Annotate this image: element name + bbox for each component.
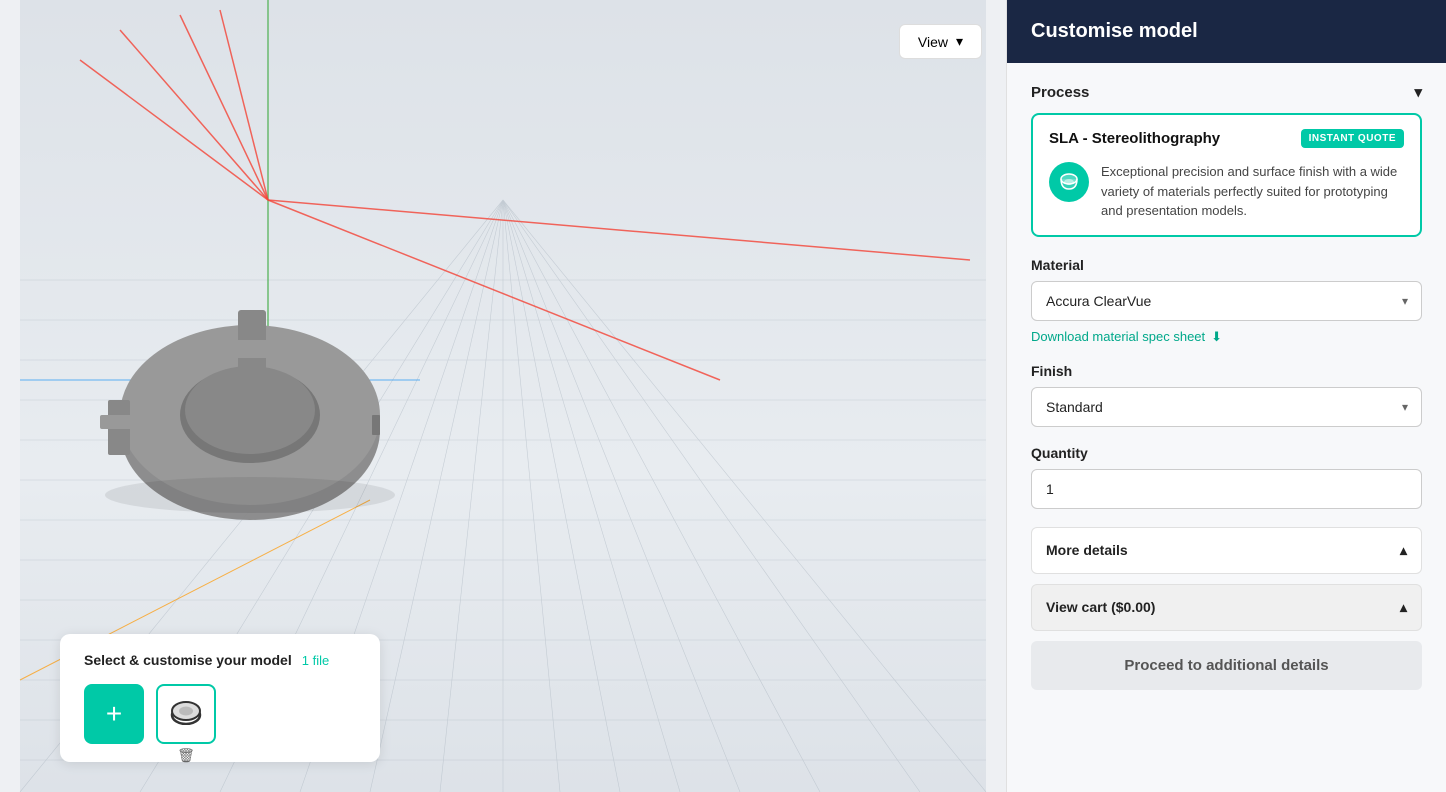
process-card-header: SLA - Stereolithography INSTANT QUOTE bbox=[1049, 129, 1404, 148]
download-icon: ⬇ bbox=[1211, 329, 1222, 345]
process-description-text: Exceptional precision and surface finish… bbox=[1101, 162, 1404, 221]
proceed-button[interactable]: Proceed to additional details bbox=[1031, 641, 1422, 690]
delete-icon[interactable]: 🗑 bbox=[177, 747, 195, 764]
finish-select-wrapper: Standard Glossy Matte ▾ bbox=[1031, 387, 1422, 427]
material-select-wrapper: Accura ClearVue Accura 25 Accura 60 Wate… bbox=[1031, 281, 1422, 321]
finish-select[interactable]: Standard Glossy Matte bbox=[1031, 387, 1422, 427]
add-model-button[interactable]: + bbox=[84, 684, 144, 744]
panel-body: Process ▾ SLA - Stereolithography INSTAN… bbox=[1007, 63, 1446, 792]
model-icons-row: + 🗑 bbox=[84, 684, 356, 744]
view-cart-chevron-icon: ▴ bbox=[1400, 599, 1407, 616]
quantity-field: Quantity bbox=[1031, 445, 1422, 509]
download-link[interactable]: Download material spec sheet ⬇ bbox=[1031, 329, 1422, 345]
more-details-label: More details bbox=[1046, 542, 1128, 558]
quantity-input[interactable] bbox=[1031, 469, 1422, 509]
more-details-chevron-icon: ▴ bbox=[1400, 542, 1407, 559]
model-select-panel: Select & customise your model 1 file + 🗑 bbox=[60, 634, 380, 762]
download-link-text: Download material spec sheet bbox=[1031, 329, 1205, 344]
right-panel: Customise model Process ▾ SLA - Stereoli… bbox=[1006, 0, 1446, 792]
instant-quote-badge: INSTANT QUOTE bbox=[1301, 129, 1404, 148]
view-cart-label: View cart ($0.00) bbox=[1046, 599, 1155, 615]
process-section: Process ▾ bbox=[1031, 83, 1422, 101]
finish-field: Finish Standard Glossy Matte ▾ bbox=[1031, 363, 1422, 427]
proceed-label: Proceed to additional details bbox=[1124, 657, 1328, 674]
view-cart-button[interactable]: View cart ($0.00) ▴ bbox=[1031, 584, 1422, 631]
process-card[interactable]: SLA - Stereolithography INSTANT QUOTE Ex… bbox=[1031, 113, 1422, 237]
finish-label: Finish bbox=[1031, 363, 1422, 379]
quantity-label: Quantity bbox=[1031, 445, 1422, 461]
view-button[interactable]: View ▾ bbox=[899, 24, 982, 59]
model-thumbnail[interactable]: 🗑 bbox=[156, 684, 216, 744]
panel-header: Customise model bbox=[1007, 0, 1446, 63]
material-label: Material bbox=[1031, 257, 1422, 273]
process-label: Process bbox=[1031, 84, 1089, 101]
material-field: Material Accura ClearVue Accura 25 Accur… bbox=[1031, 257, 1422, 321]
process-description: Exceptional precision and surface finish… bbox=[1049, 162, 1404, 221]
panel-title: Customise model bbox=[1031, 20, 1198, 42]
file-count: 1 file bbox=[302, 653, 329, 668]
more-details-button[interactable]: More details ▴ bbox=[1031, 527, 1422, 574]
material-select[interactable]: Accura ClearVue Accura 25 Accura 60 Wate… bbox=[1031, 281, 1422, 321]
plus-icon: + bbox=[106, 698, 122, 730]
chevron-down-icon: ▾ bbox=[956, 33, 963, 50]
panel-title: Select & customise your model bbox=[84, 652, 292, 668]
view-button-label: View bbox=[918, 34, 948, 50]
panel-title-row: Select & customise your model 1 file bbox=[84, 652, 356, 668]
process-name: SLA - Stereolithography bbox=[1049, 130, 1220, 147]
3d-viewport[interactable]: View ▾ Select & customise your model 1 f… bbox=[0, 0, 1006, 792]
process-collapse-icon[interactable]: ▾ bbox=[1414, 83, 1422, 101]
model-thumb-icon bbox=[170, 697, 202, 731]
process-icon bbox=[1049, 162, 1089, 202]
